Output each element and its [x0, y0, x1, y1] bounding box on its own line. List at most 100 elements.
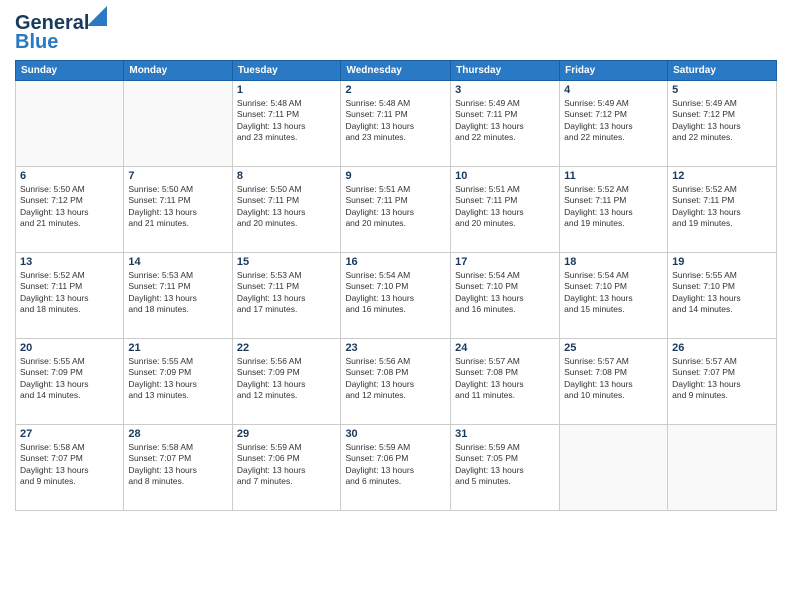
calendar-cell: 17 Sunrise: 5:54 AM Sunset: 7:10 PM Dayli… — [451, 253, 560, 339]
day-info: Sunrise: 5:55 AM Sunset: 7:10 PM Dayligh… — [672, 270, 772, 316]
calendar-cell — [560, 425, 668, 511]
day-info: Sunrise: 5:50 AM Sunset: 7:11 PM Dayligh… — [128, 184, 227, 230]
calendar-cell: 20Sunrise: 5:55 AM Sunset: 7:09 PM Dayli… — [16, 339, 124, 425]
calendar-cell: 18Sunrise: 5:54 AM Sunset: 7:10 PM Dayli… — [560, 253, 668, 339]
calendar-cell — [124, 81, 232, 167]
day-info: Sunrise: 5:49 AM Sunset: 7:12 PM Dayligh… — [672, 98, 772, 144]
day-info: Sunrise: 5:56 AM Sunset: 7:09 PM Dayligh… — [237, 356, 337, 402]
weekday-header-thursday: Thursday — [451, 61, 560, 81]
day-info: Sunrise: 5:55 AM Sunset: 7:09 PM Dayligh… — [128, 356, 227, 402]
weekday-header-friday: Friday — [560, 61, 668, 81]
weekday-header-row: SundayMondayTuesdayWednesdayThursdayFrid… — [16, 61, 777, 81]
day-info: Sunrise: 5:59 AM Sunset: 7:06 PM Dayligh… — [345, 442, 446, 488]
day-number: 27 — [20, 428, 119, 440]
calendar-cell: 2 Sunrise: 5:48 AM Sunset: 7:11 PM Daylig… — [341, 81, 451, 167]
calendar-cell: 5 Sunrise: 5:49 AM Sunset: 7:12 PM Daylig… — [668, 81, 777, 167]
day-info: Sunrise: 5:54 AM Sunset: 7:10 PM Dayligh… — [345, 270, 446, 316]
calendar-cell — [16, 81, 124, 167]
day-number: 19 — [672, 256, 772, 268]
calendar-table: SundayMondayTuesdayWednesdayThursdayFrid… — [15, 60, 777, 511]
calendar-cell — [668, 425, 777, 511]
calendar-cell: 15 Sunrise: 5:53 AM Sunset: 7:11 PM Dayli… — [232, 253, 341, 339]
day-info: Sunrise: 5:52 AM Sunset: 7:11 PM Dayligh… — [20, 270, 119, 316]
day-info: Sunrise: 5:54 AM Sunset: 7:10 PM Dayligh… — [564, 270, 663, 316]
calendar-cell: 24 Sunrise: 5:57 AM Sunset: 7:08 PM Dayli… — [451, 339, 560, 425]
day-number: 14 — [128, 256, 227, 268]
day-number: 15 — [237, 256, 337, 268]
day-number: 24 — [455, 342, 555, 354]
day-info: Sunrise: 5:57 AM Sunset: 7:08 PM Dayligh… — [455, 356, 555, 402]
day-info: Sunrise: 5:49 AM Sunset: 7:11 PM Dayligh… — [455, 98, 555, 144]
calendar-cell: 25 Sunrise: 5:57 AM Sunset: 7:08 PM Dayli… — [560, 339, 668, 425]
week-row-2: 6Sunrise: 5:50 AM Sunset: 7:12 PM Daylig… — [16, 167, 777, 253]
calendar-cell: 3 Sunrise: 5:49 AM Sunset: 7:11 PM Daylig… — [451, 81, 560, 167]
logo: General Blue — [15, 10, 109, 54]
weekday-header-sunday: Sunday — [16, 61, 124, 81]
day-info: Sunrise: 5:56 AM Sunset: 7:08 PM Dayligh… — [345, 356, 446, 402]
week-row-1: 1 Sunrise: 5:48 AM Sunset: 7:11 PM Daylig… — [16, 81, 777, 167]
day-number: 7 — [128, 170, 227, 182]
day-number: 9 — [345, 170, 446, 182]
weekday-header-monday: Monday — [124, 61, 232, 81]
day-info: Sunrise: 5:52 AM Sunset: 7:11 PM Dayligh… — [672, 184, 772, 230]
day-number: 28 — [128, 428, 227, 440]
day-number: 17 — [455, 256, 555, 268]
day-number: 5 — [672, 84, 772, 96]
calendar-cell: 14 Sunrise: 5:53 AM Sunset: 7:11 PM Dayli… — [124, 253, 232, 339]
day-number: 2 — [345, 84, 446, 96]
calendar-cell: 6Sunrise: 5:50 AM Sunset: 7:12 PM Daylig… — [16, 167, 124, 253]
day-number: 30 — [345, 428, 446, 440]
day-info: Sunrise: 5:58 AM Sunset: 7:07 PM Dayligh… — [128, 442, 227, 488]
day-info: Sunrise: 5:48 AM Sunset: 7:11 PM Dayligh… — [345, 98, 446, 144]
calendar-cell: 13 Sunrise: 5:52 AM Sunset: 7:11 PM Dayli… — [16, 253, 124, 339]
day-number: 10 — [455, 170, 555, 182]
day-number: 26 — [672, 342, 772, 354]
weekday-header-saturday: Saturday — [668, 61, 777, 81]
week-row-3: 13 Sunrise: 5:52 AM Sunset: 7:11 PM Dayli… — [16, 253, 777, 339]
day-number: 31 — [455, 428, 555, 440]
calendar-cell: 1 Sunrise: 5:48 AM Sunset: 7:11 PM Daylig… — [232, 81, 341, 167]
calendar-cell: 27Sunrise: 5:58 AM Sunset: 7:07 PM Dayli… — [16, 425, 124, 511]
day-info: Sunrise: 5:51 AM Sunset: 7:11 PM Dayligh… — [345, 184, 446, 230]
day-info: Sunrise: 5:52 AM Sunset: 7:11 PM Dayligh… — [564, 184, 663, 230]
calendar-cell: 21 Sunrise: 5:55 AM Sunset: 7:09 PM Dayli… — [124, 339, 232, 425]
day-number: 3 — [455, 84, 555, 96]
day-number: 21 — [128, 342, 227, 354]
day-number: 20 — [20, 342, 119, 354]
calendar-cell: 22 Sunrise: 5:56 AM Sunset: 7:09 PM Dayli… — [232, 339, 341, 425]
calendar-cell: 8Sunrise: 5:50 AM Sunset: 7:11 PM Daylig… — [232, 167, 341, 253]
calendar-cell: 11 Sunrise: 5:52 AM Sunset: 7:11 PM Dayli… — [560, 167, 668, 253]
day-info: Sunrise: 5:51 AM Sunset: 7:11 PM Dayligh… — [455, 184, 555, 230]
day-number: 6 — [20, 170, 119, 182]
day-number: 12 — [672, 170, 772, 182]
logo-triangle-icon — [87, 6, 107, 26]
calendar-cell: 26 Sunrise: 5:57 AM Sunset: 7:07 PM Dayli… — [668, 339, 777, 425]
day-info: Sunrise: 5:53 AM Sunset: 7:11 PM Dayligh… — [237, 270, 337, 316]
day-number: 11 — [564, 170, 663, 182]
day-number: 8 — [237, 170, 337, 182]
calendar-cell: 29Sunrise: 5:59 AM Sunset: 7:06 PM Dayli… — [232, 425, 341, 511]
calendar-cell: 4Sunrise: 5:49 AM Sunset: 7:12 PM Daylig… — [560, 81, 668, 167]
day-info: Sunrise: 5:48 AM Sunset: 7:11 PM Dayligh… — [237, 98, 337, 144]
header: General Blue — [15, 10, 777, 54]
page: General Blue SundayMondayTuesdayWednesda… — [0, 0, 792, 521]
day-number: 22 — [237, 342, 337, 354]
day-number: 23 — [345, 342, 446, 354]
day-number: 1 — [237, 84, 337, 96]
calendar-cell: 28 Sunrise: 5:58 AM Sunset: 7:07 PM Dayli… — [124, 425, 232, 511]
day-number: 4 — [564, 84, 663, 96]
weekday-header-wednesday: Wednesday — [341, 61, 451, 81]
calendar-cell: 9 Sunrise: 5:51 AM Sunset: 7:11 PM Daylig… — [341, 167, 451, 253]
day-info: Sunrise: 5:54 AM Sunset: 7:10 PM Dayligh… — [455, 270, 555, 316]
calendar-cell: 7 Sunrise: 5:50 AM Sunset: 7:11 PM Daylig… — [124, 167, 232, 253]
calendar-cell: 12 Sunrise: 5:52 AM Sunset: 7:11 PM Dayli… — [668, 167, 777, 253]
logo-blue: Blue — [15, 31, 58, 54]
calendar-cell: 31Sunrise: 5:59 AM Sunset: 7:05 PM Dayli… — [451, 425, 560, 511]
day-number: 13 — [20, 256, 119, 268]
day-info: Sunrise: 5:53 AM Sunset: 7:11 PM Dayligh… — [128, 270, 227, 316]
day-number: 25 — [564, 342, 663, 354]
calendar-cell: 19 Sunrise: 5:55 AM Sunset: 7:10 PM Dayli… — [668, 253, 777, 339]
calendar-cell: 16Sunrise: 5:54 AM Sunset: 7:10 PM Dayli… — [341, 253, 451, 339]
day-info: Sunrise: 5:57 AM Sunset: 7:08 PM Dayligh… — [564, 356, 663, 402]
day-info: Sunrise: 5:57 AM Sunset: 7:07 PM Dayligh… — [672, 356, 772, 402]
